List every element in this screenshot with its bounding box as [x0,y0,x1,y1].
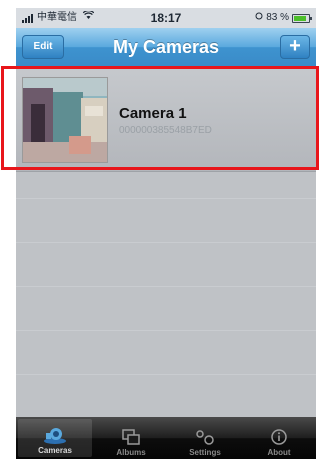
tab-label: Albums [116,448,146,457]
camera-list: Camera 1 000000385548B7ED [16,67,316,417]
tab-label: Settings [189,448,221,457]
tab-settings[interactable]: Settings [168,417,242,459]
tab-cameras[interactable]: Cameras [18,419,92,457]
tab-label: About [267,448,291,457]
camera-list-item[interactable]: Camera 1 000000385548B7ED [16,67,316,172]
lock-rotation-icon [255,8,263,28]
navigation-bar: My Cameras Edit + [16,28,316,67]
camera-id: 000000385548B7ED [119,125,212,136]
camera-icon [42,424,68,446]
albums-icon [122,426,140,448]
info-icon [271,426,287,448]
battery-percent: 83 % [266,12,289,23]
camera-thumbnail [22,77,108,163]
status-right: 83 % [255,8,312,28]
tab-albums[interactable]: Albums [94,417,168,459]
settings-icon [194,426,216,448]
tab-bar: Cameras Albums Settings About [16,417,316,459]
battery-icon [292,13,312,23]
tab-label: Cameras [38,446,72,455]
status-bar: 中華電信 18:17 83 % [16,8,316,28]
add-camera-button[interactable]: + [280,35,310,59]
phone-screen: 中華電信 18:17 83 % My Cameras Edit + Camera… [16,8,316,459]
camera-name: Camera 1 [119,105,187,122]
edit-button[interactable]: Edit [22,35,64,59]
tab-about[interactable]: About [242,417,316,459]
